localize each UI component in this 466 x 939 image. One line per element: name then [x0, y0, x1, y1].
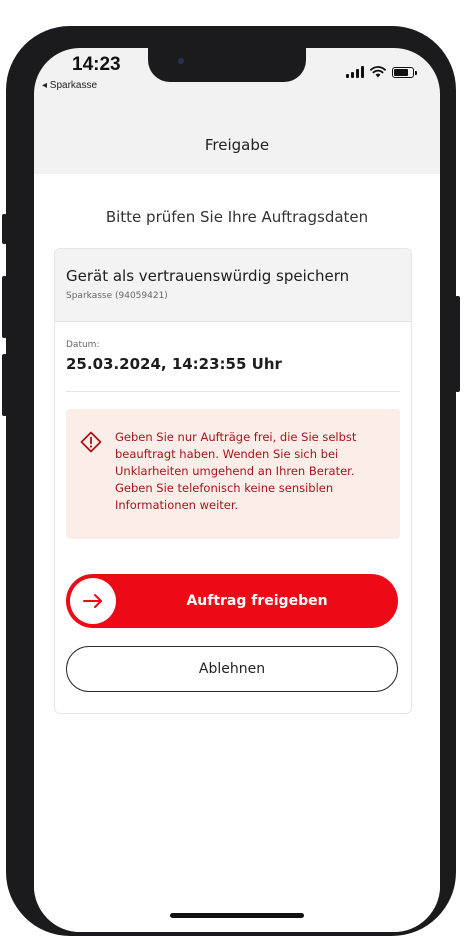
- battery-icon: [392, 67, 417, 78]
- screen: 14:23 ◂ Sparkasse Freigabe Bitte prüfen …: [34, 48, 440, 932]
- order-title: Gerät als vertrauenswürdig speichern: [66, 267, 350, 285]
- cellular-signal-icon: [346, 66, 364, 78]
- order-card-header: Gerät als vertrauenswürdig speichern Spa…: [55, 249, 411, 322]
- status-icons: [346, 66, 417, 78]
- reject-button[interactable]: Ablehnen: [66, 646, 398, 692]
- warning-diamond-icon: [80, 431, 102, 453]
- wifi-icon: [370, 66, 386, 78]
- phone-frame: 14:23 ◂ Sparkasse Freigabe Bitte prüfen …: [2, 26, 460, 936]
- approve-order-label: Auftrag freigeben: [186, 593, 328, 609]
- side-button: [455, 296, 460, 392]
- order-card: Gerät als vertrauenswürdig speichern Spa…: [54, 248, 412, 714]
- home-indicator[interactable]: [170, 913, 304, 918]
- page-subtitle: Bitte prüfen Sie Ihre Auftragsdaten: [105, 208, 369, 226]
- side-button: [2, 214, 7, 244]
- warning-text: Geben Sie nur Aufträge frei, die Sie sel…: [115, 430, 357, 512]
- notch: [148, 48, 306, 82]
- date-value: 25.03.2024, 14:23:55 Uhr: [66, 355, 282, 373]
- page-title: Freigabe: [204, 136, 270, 154]
- warning-box: Geben Sie nur Aufträge frei, die Sie sel…: [66, 409, 400, 539]
- side-button: [2, 354, 7, 416]
- arrow-right-icon: [83, 594, 102, 608]
- arrow-circle: [70, 578, 116, 624]
- date-label: Datum:: [66, 340, 100, 350]
- order-bank-info: Sparkasse (94059421): [66, 291, 168, 301]
- back-to-app-link[interactable]: ◂ Sparkasse: [42, 80, 97, 91]
- camera-dot: [178, 58, 184, 64]
- content-area: Bitte prüfen Sie Ihre Auftragsdaten Gerä…: [34, 174, 440, 932]
- divider: [66, 391, 400, 392]
- approve-order-button[interactable]: Auftrag freigeben: [66, 574, 398, 628]
- status-time: 14:23: [72, 54, 121, 75]
- side-button: [2, 276, 7, 338]
